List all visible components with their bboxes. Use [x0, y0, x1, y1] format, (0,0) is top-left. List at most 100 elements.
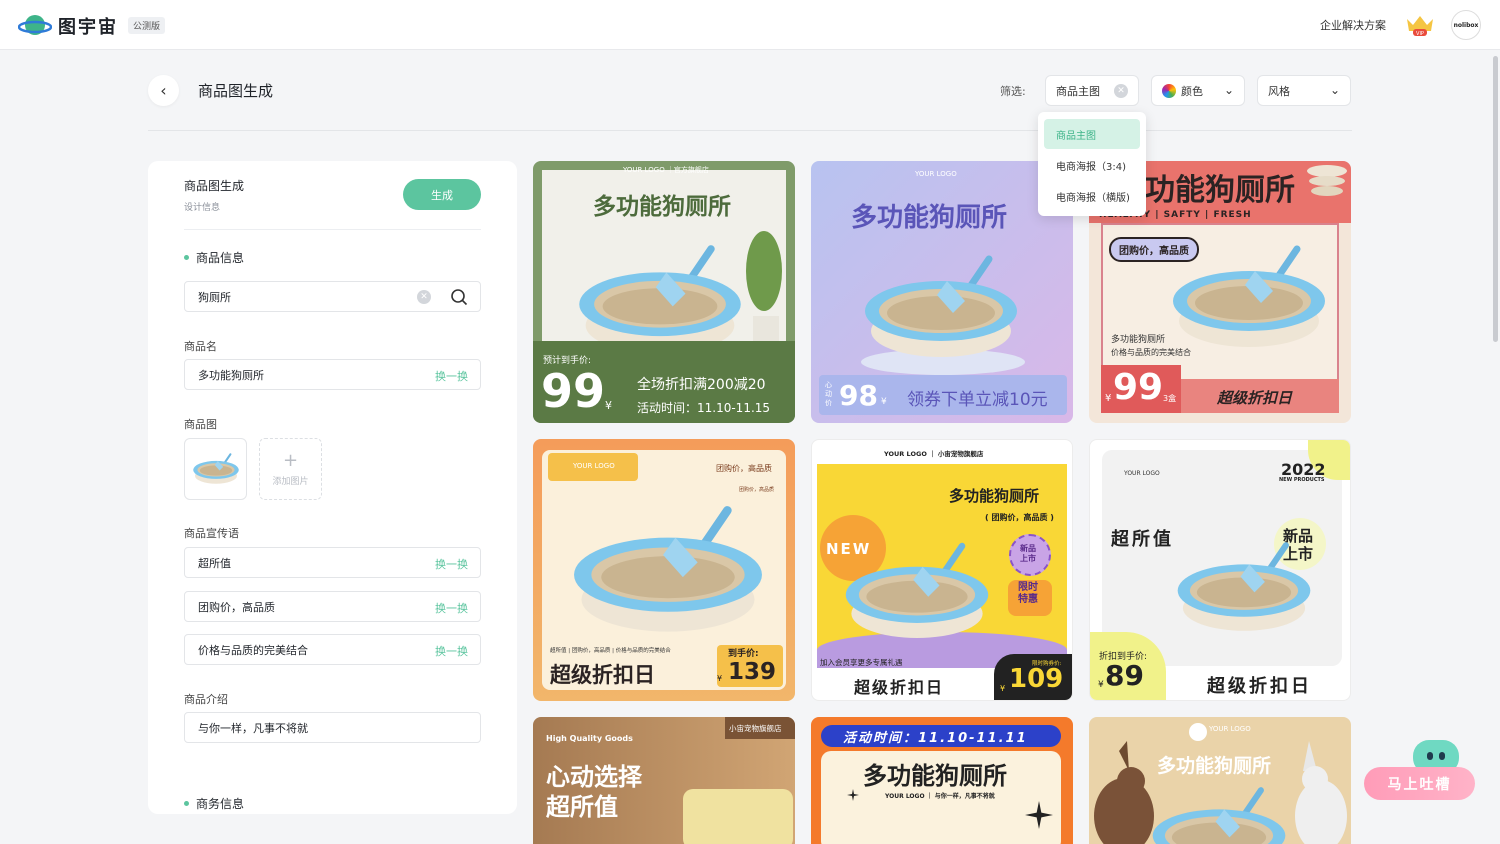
- page-scrollbar[interactable]: [1493, 56, 1498, 342]
- swap-slogan-button[interactable]: 换一换: [435, 556, 468, 572]
- product-image-label: 商品图: [184, 418, 217, 431]
- slogan-field-2[interactable]: 团购价，高品质 换一换: [184, 591, 481, 622]
- result-card-7[interactable]: High Quality Goods 小宙宠物旗舰店 心动选择 超所值: [533, 717, 795, 844]
- user-avatar[interactable]: nolibox: [1451, 10, 1481, 40]
- dropdown-option-poster-landscape[interactable]: 电商海报（横版): [1044, 181, 1140, 211]
- slogan-label: 商品宣传语: [184, 527, 239, 540]
- price-value: 139: [728, 659, 777, 685]
- member-text: 加入会员享更多专属礼遇: [820, 658, 903, 667]
- color-wheel-icon: [1162, 83, 1176, 98]
- card-title: 多功能狗厕所: [1157, 755, 1272, 777]
- product-image: [861, 253, 1021, 363]
- filter-color-select[interactable]: 颜色 ⌄: [1151, 75, 1245, 106]
- result-card-5[interactable]: YOUR LOGO ｜ 小宙宠物旗舰店 多功能狗厕所 ( 团购价，高品质 ) N…: [811, 439, 1073, 701]
- promo-line-1: 全场折扣满200减20: [637, 377, 766, 393]
- panel-subtitle: 设计信息: [184, 203, 221, 213]
- search-icon[interactable]: [450, 288, 468, 306]
- product-image: [1149, 785, 1289, 844]
- price-value: 89: [1105, 659, 1144, 692]
- clear-filter-icon[interactable]: ✕: [1114, 84, 1128, 98]
- product-image: [683, 789, 793, 844]
- price-value: 99: [1113, 367, 1164, 408]
- filter-type-value: 商品主图: [1056, 84, 1100, 98]
- card-banner: 超级折扣日: [1207, 676, 1312, 697]
- vip-crown-icon[interactable]: VIP: [1404, 13, 1436, 37]
- feedback-button[interactable]: 马上吐槽: [1364, 767, 1475, 800]
- promo-line-2: 活动时间：11.10-11.15: [637, 401, 771, 415]
- card-banner: 超级折扣日: [1217, 389, 1293, 407]
- panel-title: 商品图生成: [184, 179, 245, 193]
- slogan-value: 价格与品质的完美结合: [198, 643, 308, 657]
- add-image-label: 添加图片: [272, 476, 309, 487]
- header-divider: [148, 130, 1352, 131]
- shop-name: 小宙宠物旗舰店: [729, 724, 782, 733]
- planet-logo-icon[interactable]: [18, 12, 52, 38]
- robot-eye: [1439, 752, 1445, 760]
- result-card-9[interactable]: YOUR LOGO 多功能狗厕所: [1089, 717, 1351, 844]
- product-image: [568, 503, 768, 639]
- filter-type-select[interactable]: 商品主图 ✕: [1045, 75, 1139, 106]
- dropdown-option-main-image[interactable]: 商品主图: [1044, 119, 1140, 149]
- logo-icon: [1189, 723, 1207, 741]
- product-name: 多功能狗厕所: [1111, 335, 1166, 345]
- swap-slogan-button[interactable]: 换一换: [435, 600, 468, 616]
- card-title: 功能狗厕所: [1145, 173, 1295, 208]
- slogan-field-1[interactable]: 超所值 换一换: [184, 547, 481, 578]
- activity-time: 活动时间：11.10-11.11: [843, 731, 1028, 746]
- generate-button[interactable]: 生成: [403, 179, 481, 210]
- product-name-field[interactable]: 多功能狗厕所 换一换: [184, 359, 481, 390]
- filter-style-select[interactable]: 风格 ⌄: [1257, 75, 1351, 106]
- vip-label: VIP: [1416, 31, 1424, 37]
- clear-search-icon[interactable]: ✕: [417, 290, 431, 304]
- dropdown-option-poster-3-4[interactable]: 电商海报（3:4): [1044, 150, 1140, 180]
- result-card-6[interactable]: YOUR LOGO 2022 NEW PRODUCTS 超所值 新品上市 折扣到…: [1089, 439, 1351, 701]
- search-value: 狗厕所: [198, 290, 231, 304]
- card-logo: YOUR LOGO: [1209, 725, 1251, 733]
- product-search-input[interactable]: 狗厕所 ✕: [184, 281, 481, 312]
- currency-symbol: ¥: [1105, 393, 1112, 404]
- bullet-dot: [184, 255, 189, 260]
- panel-divider: [184, 229, 481, 230]
- card-title-line-2: 超所值: [546, 793, 618, 821]
- card-logo: YOUR LOGO: [915, 170, 957, 178]
- brand-name[interactable]: 图宇宙: [58, 13, 118, 39]
- filter-type-dropdown: 商品主图 电商海报（3:4) 电商海报（横版): [1038, 112, 1146, 216]
- result-card-8[interactable]: 活动时间：11.10-11.11 多功能狗厕所 YOUR LOGO ｜ 与你一样…: [811, 717, 1073, 844]
- slogan-field-3[interactable]: 价格与品质的完美结合 换一换: [184, 634, 481, 665]
- limited-offer-badge: 限时特惠: [1018, 582, 1038, 605]
- product-desc: 价格与品质的完美结合: [1111, 348, 1191, 357]
- add-image-button[interactable]: + 添加图片: [259, 438, 322, 500]
- stacked-boxes-icon: [1307, 165, 1347, 196]
- enterprise-solutions-link[interactable]: 企业解决方案: [1320, 17, 1386, 33]
- result-card-2[interactable]: YOUR LOGO 多功能狗厕所 心动价 98 ¥ 领券下单立减10元: [811, 161, 1073, 423]
- product-image-thumbnail[interactable]: [184, 438, 247, 500]
- chevron-down-icon: ⌄: [1329, 83, 1340, 97]
- product-image: [1169, 243, 1329, 353]
- card-small-text: 超所值 | 团购价，高品质 | 价格与品质的完美结合: [550, 648, 671, 654]
- currency-symbol: ¥: [1098, 680, 1104, 690]
- currency-symbol: ¥: [1000, 684, 1006, 693]
- robot-eye: [1427, 752, 1433, 760]
- chevron-down-icon: ⌄: [1223, 83, 1234, 97]
- price-unit: 3盒: [1163, 394, 1177, 403]
- product-name-label: 商品名: [184, 340, 217, 353]
- result-card-4[interactable]: YOUR LOGO 团购价，高品质 团购价，高品质 超所值 | 团购价，高品质 …: [533, 439, 795, 701]
- card-year-subtitle: NEW PRODUCTS: [1279, 477, 1325, 483]
- card-logo: YOUR LOGO: [1124, 470, 1160, 477]
- swap-slogan-button[interactable]: 换一换: [435, 643, 468, 659]
- bullet-dot: [184, 801, 189, 806]
- intro-field[interactable]: 与你一样，凡事不将就: [184, 712, 481, 743]
- filter-label: 筛选:: [1000, 85, 1026, 98]
- result-card-1[interactable]: YOUR LOGO ｜官方旗舰店 多功能狗厕所 预计到手价: 99 ¥ 全场折扣…: [533, 161, 795, 423]
- section-product-info: 商品信息: [184, 249, 244, 266]
- sparkle-icon: [847, 789, 859, 801]
- back-button[interactable]: ‹: [148, 75, 179, 106]
- promo-slogan: 领券下单立减10元: [907, 390, 1048, 410]
- product-image: [842, 540, 992, 644]
- card-logo: YOUR LOGO ｜ 与你一样，凡事不将就: [885, 793, 995, 800]
- top-bar: 图宇宙 公测版 企业解决方案 VIP nolibox: [0, 0, 1500, 50]
- card-logo: YOUR LOGO: [573, 462, 615, 470]
- card-title: 多功能狗厕所: [863, 762, 1007, 790]
- swap-name-button[interactable]: 换一换: [435, 368, 468, 384]
- section-business-label: 商务信息: [196, 797, 245, 811]
